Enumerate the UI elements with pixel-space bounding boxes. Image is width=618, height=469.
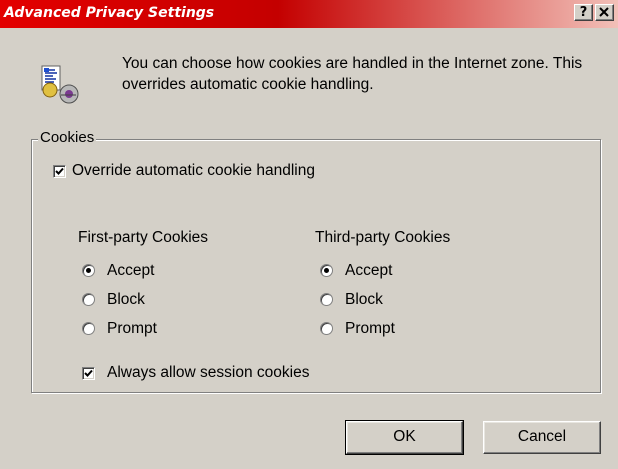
first-party-prompt-radio[interactable]: [82, 322, 95, 335]
first-party-heading: First-party Cookies: [78, 229, 209, 246]
title-bar[interactable]: Advanced Privacy Settings ?: [0, 0, 618, 28]
third-party-block-label[interactable]: Block: [345, 291, 383, 309]
checkmark-icon: [55, 167, 64, 175]
first-party-accept-label[interactable]: Accept: [107, 262, 154, 280]
radio-selected-dot: [86, 268, 91, 273]
first-party-block-label[interactable]: Block: [107, 291, 145, 309]
ok-button[interactable]: OK: [345, 420, 464, 455]
session-cookies-label[interactable]: Always allow session cookies: [107, 364, 309, 382]
first-party-prompt-label[interactable]: Prompt: [107, 320, 157, 338]
checkmark-icon: [84, 369, 93, 377]
advanced-privacy-settings-dialog: Advanced Privacy Settings ? You can choo…: [0, 0, 618, 469]
override-label[interactable]: Override automatic cookie handling: [72, 162, 315, 180]
third-party-accept-radio[interactable]: [320, 264, 333, 277]
close-icon: [599, 7, 609, 17]
close-button[interactable]: [595, 4, 614, 21]
cancel-button[interactable]: Cancel: [483, 421, 601, 454]
third-party-heading: Third-party Cookies: [315, 229, 451, 246]
privacy-cookie-icon: [41, 65, 79, 104]
third-party-prompt-label[interactable]: Prompt: [345, 320, 395, 338]
third-party-accept-label[interactable]: Accept: [345, 262, 392, 280]
first-party-accept-radio[interactable]: [82, 264, 95, 277]
cookies-group-label: Cookies: [38, 129, 97, 147]
info-text: You can choose how cookies are handled i…: [122, 55, 583, 93]
override-checkbox[interactable]: [53, 165, 66, 178]
session-cookies-checkbox[interactable]: [82, 367, 95, 380]
first-party-block-radio[interactable]: [82, 293, 95, 306]
third-party-prompt-radio[interactable]: [320, 322, 333, 335]
window-title: Advanced Privacy Settings: [4, 5, 215, 21]
radio-selected-dot: [324, 268, 329, 273]
help-button[interactable]: ?: [574, 4, 593, 21]
third-party-block-radio[interactable]: [320, 293, 333, 306]
